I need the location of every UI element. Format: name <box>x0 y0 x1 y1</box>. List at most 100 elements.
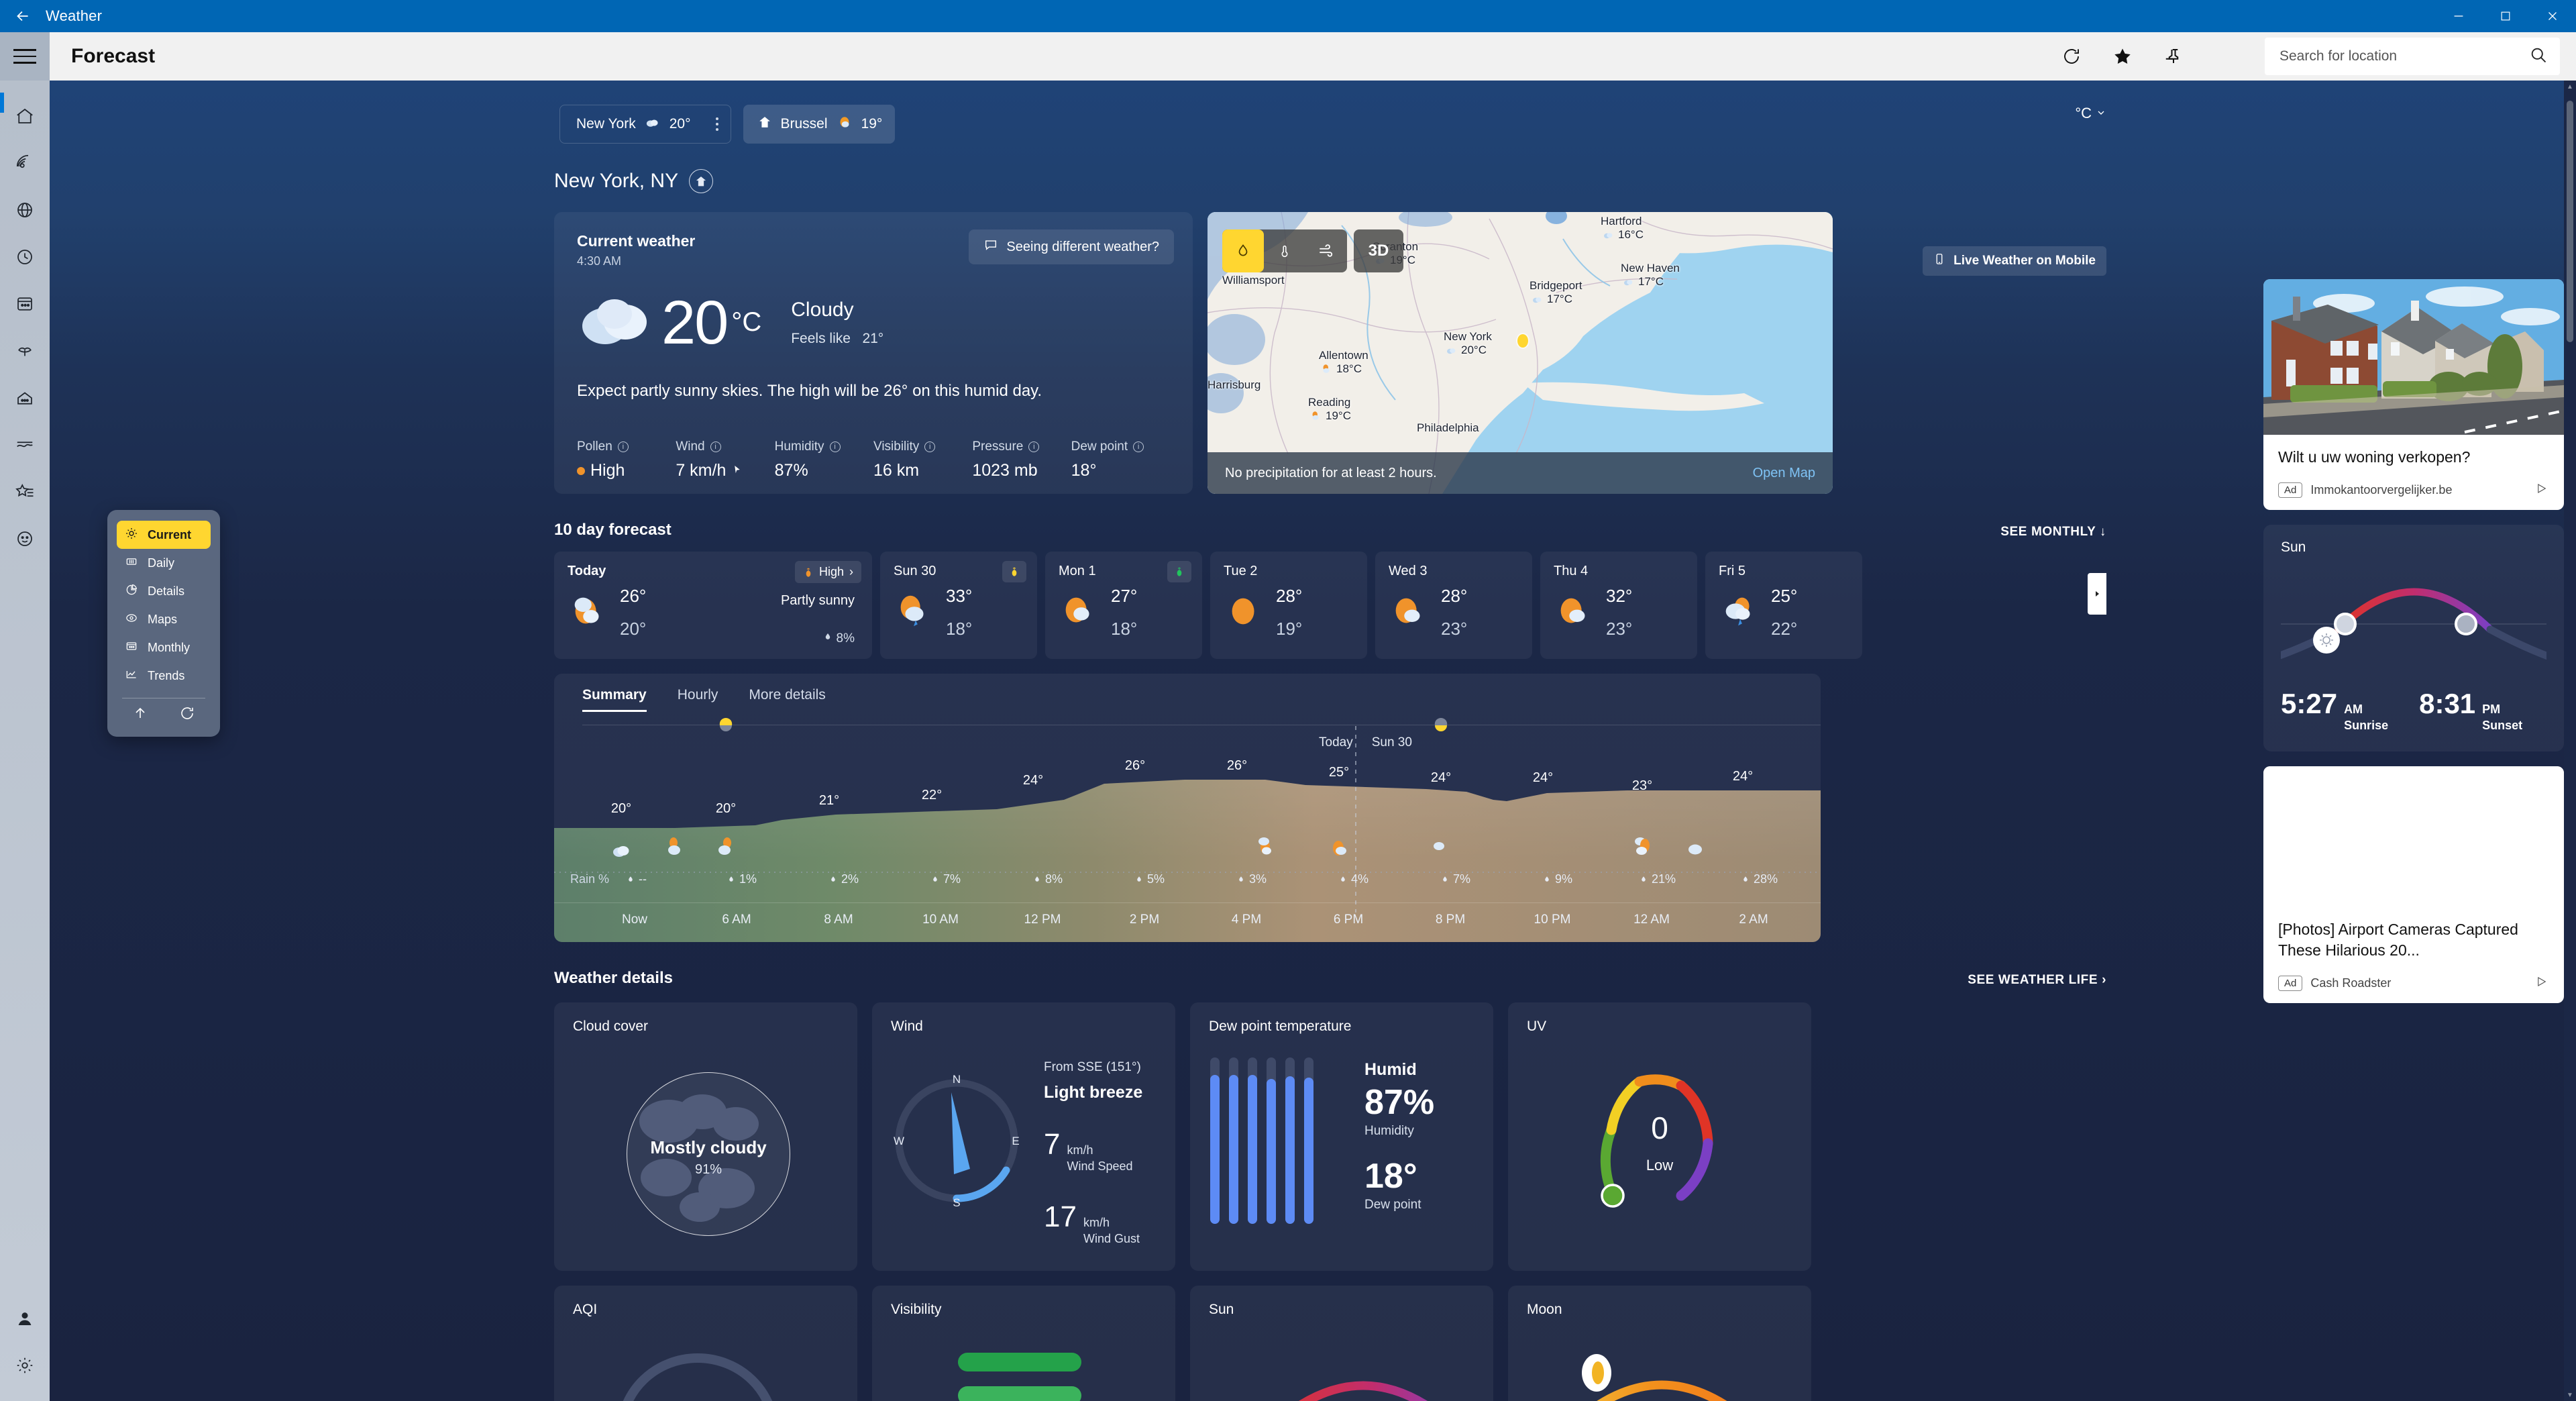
pollen-chip[interactable]: High › <box>795 561 861 583</box>
forecast-day-sun-30[interactable]: Sun 30 33° 18° <box>880 552 1037 659</box>
flyout-item-current[interactable]: Current <box>117 521 211 549</box>
hourly-temp-9: 24° <box>1533 770 1553 786</box>
ad-play-icon[interactable] <box>2534 976 2549 991</box>
metric-label: Pollen <box>577 439 612 454</box>
sidebar-item-life[interactable] <box>0 374 50 421</box>
pin-icon[interactable] <box>2148 36 2199 76</box>
search-icon[interactable] <box>2529 46 2548 68</box>
forecast-day-tue-2[interactable]: Tue 2 28° 19° <box>1210 552 1367 659</box>
sidebar-item-favorites[interactable] <box>0 468 50 515</box>
right-sidebar: Wilt u uw woning verkopen? Ad Immokantoo… <box>2263 279 2564 1018</box>
home-icon[interactable] <box>689 169 713 193</box>
thermometer-icon[interactable] <box>1264 229 1305 272</box>
account-icon[interactable] <box>0 1295 50 1342</box>
seeing-different-weather-button[interactable]: Seeing different weather? <box>969 229 1174 264</box>
sidebar-item-pollen[interactable] <box>0 327 50 374</box>
refresh-icon[interactable] <box>179 705 195 725</box>
pollen-dot <box>577 467 585 475</box>
flyout-item-details[interactable]: Details <box>117 577 211 605</box>
scroll-down-icon[interactable]: ▼ <box>2564 1389 2576 1401</box>
map-3d-toggle[interactable]: 3D <box>1354 229 1403 272</box>
info-icon[interactable]: i <box>830 442 841 452</box>
forecast-day-wed-3[interactable]: Wed 3 28° 23° <box>1375 552 1532 659</box>
sidebar-item-monthly[interactable] <box>0 280 50 327</box>
hourly-cond-11 <box>1682 833 1707 862</box>
unit-selector[interactable]: °C <box>2075 105 2106 122</box>
location-tab-brussel[interactable]: Brussel 19° <box>743 105 895 144</box>
ad-play-icon[interactable] <box>2534 482 2549 498</box>
tab-summary[interactable]: Summary <box>582 687 647 712</box>
hourly-cond-6 <box>1254 832 1277 862</box>
info-icon[interactable]: i <box>618 442 629 452</box>
main-scrollbar[interactable]: ▲ ▼ <box>2564 81 2576 1401</box>
hourly-cond-2 <box>714 833 737 862</box>
dark-mode-icon[interactable] <box>2199 36 2250 76</box>
info-icon[interactable]: i <box>710 442 721 452</box>
metric-value: 18° <box>1071 461 1097 480</box>
open-map-link[interactable]: Open Map <box>1753 466 1815 481</box>
current-weather-card: Current weather 4:30 AM Seeing different… <box>554 212 1193 494</box>
flyout-item-daily[interactable]: Daily <box>117 549 211 577</box>
sidebar-item-hourly[interactable] <box>0 234 50 280</box>
star-icon[interactable] <box>2097 36 2148 76</box>
hourly-temp-7: 25° <box>1329 765 1349 780</box>
sun-arc <box>1229 1335 1493 1401</box>
location-tab-new-york[interactable]: New York 20° <box>559 105 731 144</box>
map-city-allentown: Allentown 18°C <box>1319 349 1368 376</box>
hourly-time-4: 12 PM <box>1024 913 1061 927</box>
sidebar-item-global[interactable] <box>0 187 50 234</box>
search-input[interactable]: Search for location <box>2265 38 2560 75</box>
hourly-rain-11: 28% <box>1741 872 1778 886</box>
up-arrow-icon[interactable] <box>132 705 148 725</box>
tab-more-details[interactable]: More details <box>749 687 825 712</box>
forecast-day-today[interactable]: Today High › 26° 20° Partly sunny <box>554 552 872 659</box>
pollen-chip[interactable] <box>1167 561 1191 582</box>
wind-gust-value: 17 <box>1044 1200 1077 1234</box>
forecast-title: 10 day forecast <box>554 521 672 539</box>
ad-card-2[interactable]: [Photos] Airport Cameras Captured These … <box>2263 766 2564 1003</box>
sidebar-item-feedback[interactable] <box>0 515 50 562</box>
chevron-down-icon <box>2096 105 2106 122</box>
close-icon[interactable] <box>2529 0 2576 32</box>
tab-hourly[interactable]: Hourly <box>678 687 718 712</box>
flyout-item-monthly[interactable]: Monthly <box>117 633 211 662</box>
info-icon[interactable]: i <box>1028 442 1039 452</box>
info-icon[interactable]: i <box>1133 442 1144 452</box>
sidebar-item-trends[interactable] <box>0 421 50 468</box>
scrollbar-thumb[interactable] <box>2567 101 2573 342</box>
forecast-next-button[interactable] <box>2088 573 2106 615</box>
back-arrow-icon[interactable] <box>0 0 46 32</box>
live-weather-on-mobile-button[interactable]: Live Weather on Mobile <box>1923 246 2106 276</box>
forecast-day-mon-1[interactable]: Mon 1 27° 18° <box>1045 552 1202 659</box>
hourly-time-0: Now <box>622 913 647 927</box>
partly-sunny-icon <box>836 113 853 135</box>
see-weather-life-link[interactable]: SEE WEATHER LIFE › <box>1968 973 2106 988</box>
icon-rail <box>0 81 50 1401</box>
weather-map-card[interactable]: 3D Hartford 16°C Scranton 19°C New Haven… <box>1208 212 1833 494</box>
refresh-icon[interactable] <box>2046 36 2097 76</box>
minimize-icon[interactable] <box>2435 0 2482 32</box>
settings-icon[interactable] <box>0 1342 50 1389</box>
location-tab-menu-icon[interactable] <box>716 117 718 131</box>
scroll-up-icon[interactable]: ▲ <box>2564 81 2576 93</box>
wind-icon[interactable] <box>1305 229 1347 272</box>
ad-card-1[interactable]: Wilt u uw woning verkopen? Ad Immokantoo… <box>2263 279 2564 510</box>
flyout-item-trends[interactable]: Trends <box>117 662 211 690</box>
wind-card: Wind N S W E From SSE (151°) Light breez… <box>872 1002 1175 1271</box>
forecast-day-thu-4[interactable]: Thu 4 32° 23° <box>1540 552 1697 659</box>
day-high: 25° <box>1771 586 1797 607</box>
maximize-icon[interactable] <box>2482 0 2529 32</box>
ad-source: Cash Roadster <box>2310 976 2391 990</box>
sidebar-item-radar[interactable] <box>0 140 50 187</box>
current-metrics: Polleni High Windi 7 km/h Humidityi 87% <box>577 439 1170 480</box>
rail-bottom-group <box>0 1295 50 1389</box>
sidebar-item-home[interactable] <box>0 93 50 140</box>
hamburger-icon[interactable] <box>0 32 50 81</box>
forecast-day-fri-5[interactable]: Fri 5 25° 22° <box>1705 552 1862 659</box>
droplet-icon[interactable] <box>1222 229 1264 272</box>
pollen-chip[interactable] <box>1002 561 1026 582</box>
see-monthly-link[interactable]: SEE MONTHLY ↓ <box>2000 525 2106 539</box>
info-icon[interactable]: i <box>924 442 935 452</box>
hourly-time-7: 6 PM <box>1334 913 1363 927</box>
flyout-item-maps[interactable]: Maps <box>117 605 211 633</box>
